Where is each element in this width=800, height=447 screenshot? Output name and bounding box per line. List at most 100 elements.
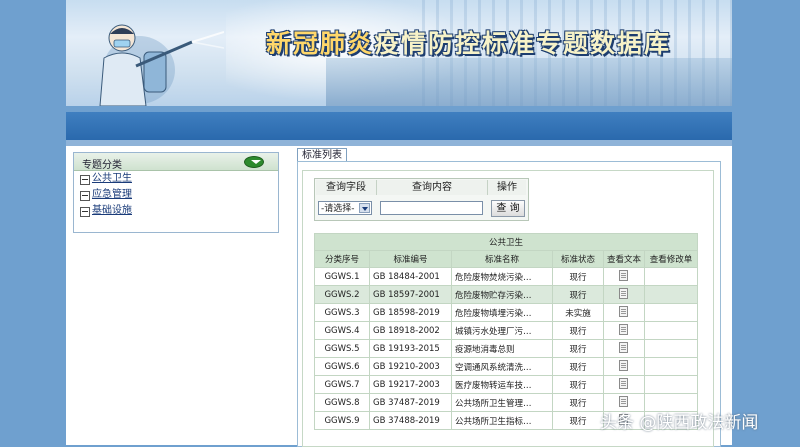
view-text-cell[interactable] (602, 267, 645, 286)
category-item-infrastructure[interactable]: 基础设施 (74, 203, 278, 219)
document-icon[interactable] (619, 287, 629, 299)
nav-bar (66, 112, 732, 140)
code-cell: GB 37487-2019 (368, 393, 452, 412)
query-field-header: 查询字段 (316, 180, 377, 195)
status-cell: 现行 (551, 321, 604, 340)
view-text-cell[interactable] (602, 357, 645, 376)
status-cell: 现行 (551, 375, 604, 394)
name-cell[interactable]: 城镇污水处理厂污… (450, 321, 553, 340)
status-cell: 现行 (551, 357, 604, 376)
status-cell: 现行 (551, 411, 604, 430)
view-text-cell[interactable] (602, 303, 645, 322)
column-header: 标准名称 (450, 250, 553, 268)
document-icon[interactable] (619, 341, 629, 353)
table-row[interactable]: GGWS.1 GB 18484-2001 危险废物焚烧污染… 现行 (314, 267, 699, 286)
code-cell: GB 18484-2001 (368, 267, 452, 286)
name-cell[interactable]: 疫源地消毒总则 (450, 339, 553, 358)
code-cell: GB 19210-2003 (368, 357, 452, 376)
seq-cell: GGWS.2 (314, 285, 370, 304)
status-cell: 现行 (551, 285, 604, 304)
watermark-text: 头条 @陕西政法新闻 (600, 413, 759, 433)
category-item-label[interactable]: 基础设施 (92, 205, 132, 216)
code-cell: GB 18597-2001 (368, 285, 452, 304)
view-text-cell[interactable] (602, 375, 645, 394)
page-title: 新冠肺炎疫情防控标准专题数据库 (266, 24, 671, 60)
table-row[interactable]: GGWS.5 GB 19193-2015 疫源地消毒总则 现行 (314, 339, 699, 358)
status-cell: 现行 (551, 267, 604, 286)
view-text-cell[interactable] (602, 285, 645, 304)
column-header: 查看文本 (602, 250, 645, 268)
page-title-accent: 新冠肺炎 (266, 29, 375, 58)
view-amendment-cell (643, 303, 699, 322)
query-content-input[interactable] (380, 201, 483, 215)
seq-cell: GGWS.6 (314, 357, 370, 376)
view-amendment-cell (643, 285, 699, 304)
table-row[interactable]: GGWS.4 GB 18918-2002 城镇污水处理厂污… 现行 (314, 321, 699, 340)
banner-slabs (326, 58, 732, 106)
view-amendment-cell (643, 375, 699, 394)
table-row[interactable]: GGWS.7 GB 19217-2003 医疗废物转运车技… 现行 (314, 375, 699, 394)
status-cell: 现行 (551, 339, 604, 358)
code-cell: GB 19193-2015 (368, 339, 452, 358)
name-cell[interactable]: 公共场所卫生管理… (450, 393, 553, 412)
category-panel: 专题分类 公共卫生 应急管理 基础设施 (73, 152, 279, 233)
name-cell[interactable]: 危险废物贮存污染… (450, 285, 553, 304)
collapse-box-icon[interactable] (80, 207, 90, 217)
collapse-toggle-icon[interactable] (244, 156, 264, 168)
query-button[interactable]: 查 询 (491, 200, 525, 217)
view-text-cell[interactable] (602, 339, 645, 358)
seq-cell: GGWS.9 (314, 411, 370, 430)
document-icon[interactable] (619, 323, 629, 335)
status-cell: 现行 (551, 393, 604, 412)
name-cell[interactable]: 空调通风系统清洗… (450, 357, 553, 376)
seq-cell: GGWS.3 (314, 303, 370, 322)
query-content-header: 查询内容 (377, 180, 488, 195)
seq-cell: GGWS.5 (314, 339, 370, 358)
category-panel-header: 专题分类 (74, 153, 278, 171)
table-row[interactable]: GGWS.2 GB 18597-2001 危险废物贮存污染… 现行 (314, 285, 699, 304)
code-cell: GB 37488-2019 (368, 411, 452, 430)
chevron-down-icon[interactable] (359, 203, 370, 213)
status-cell: 未实施 (551, 303, 604, 322)
view-amendment-cell (643, 321, 699, 340)
category-item-public-health[interactable]: 公共卫生 (74, 171, 278, 187)
view-amendment-cell (643, 339, 699, 358)
page-title-rest: 疫情防控标准专题数据库 (374, 29, 672, 58)
document-icon[interactable] (619, 395, 629, 407)
query-action-header: 操作 (488, 180, 526, 195)
document-icon[interactable] (619, 269, 629, 281)
seq-cell: GGWS.7 (314, 375, 370, 394)
document-icon[interactable] (619, 305, 629, 317)
query-form: 查询字段 查询内容 操作 -请选择- 查 询 (314, 178, 529, 221)
seq-cell: GGWS.4 (314, 321, 370, 340)
category-item-label[interactable]: 公共卫生 (92, 173, 132, 184)
query-field-select[interactable]: -请选择- (318, 201, 372, 215)
code-cell: GB 18918-2002 (368, 321, 452, 340)
name-cell[interactable]: 危险废物焚烧污染… (450, 267, 553, 286)
table-row[interactable]: GGWS.6 GB 19210-2003 空调通风系统清洗… 现行 (314, 357, 699, 376)
code-cell: GB 18598-2019 (368, 303, 452, 322)
category-item-emergency[interactable]: 应急管理 (74, 187, 278, 203)
collapse-box-icon[interactable] (80, 191, 90, 201)
disinfection-worker-illustration (99, 24, 224, 106)
document-icon[interactable] (619, 359, 629, 371)
tab-standard-list[interactable]: 标准列表 (297, 148, 347, 162)
collapse-box-icon[interactable] (80, 175, 90, 185)
table-row[interactable]: GGWS.3 GB 18598-2019 危险废物填埋污染… 未实施 (314, 303, 699, 322)
category-item-label[interactable]: 应急管理 (92, 189, 132, 200)
code-cell: GB 19217-2003 (368, 375, 452, 394)
category-panel-title: 专题分类 (82, 160, 122, 171)
query-field-select-value: -请选择- (321, 204, 355, 214)
column-header: 分类序号 (314, 250, 370, 268)
name-cell[interactable]: 公共场所卫生指标… (450, 411, 553, 430)
table-caption: 公共卫生 (314, 233, 698, 251)
column-header: 标准状态 (551, 250, 604, 268)
header-banner: 新冠肺炎疫情防控标准专题数据库 (66, 0, 732, 106)
name-cell[interactable]: 危险废物填埋污染… (450, 303, 553, 322)
seq-cell: GGWS.1 (314, 267, 370, 286)
seq-cell: GGWS.8 (314, 393, 370, 412)
document-icon[interactable] (619, 377, 629, 389)
name-cell[interactable]: 医疗废物转运车技… (450, 375, 553, 394)
view-text-cell[interactable] (602, 321, 645, 340)
column-header: 标准编号 (368, 250, 452, 268)
